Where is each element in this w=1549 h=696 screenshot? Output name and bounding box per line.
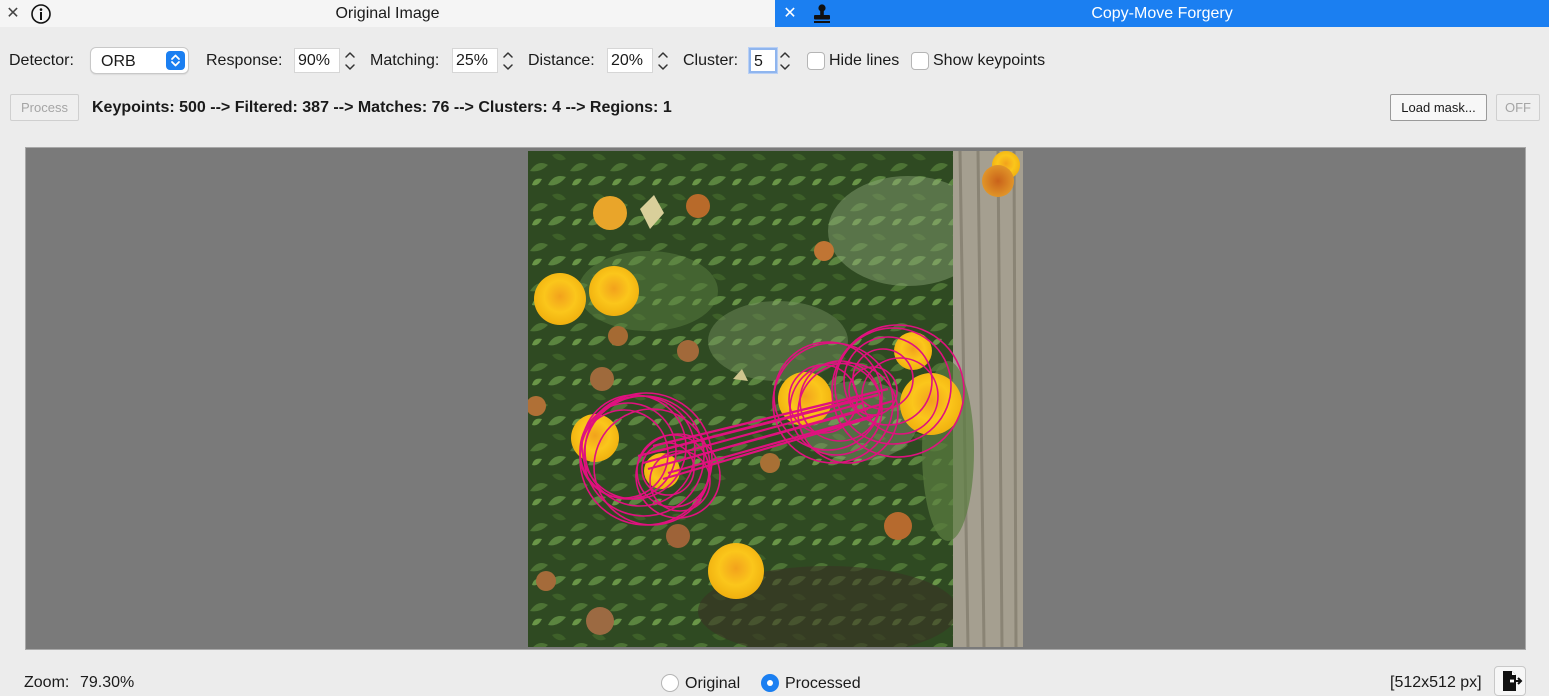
- close-icon[interactable]: ✕: [4, 3, 22, 23]
- image-viewer[interactable]: [25, 147, 1526, 650]
- detector-select[interactable]: ORB: [90, 47, 189, 74]
- cluster-input[interactable]: 5: [749, 48, 777, 73]
- image-size-label: [512x512 px]: [1390, 674, 1482, 691]
- matching-label: Matching:: [370, 52, 440, 69]
- zoom-label: Zoom:: [24, 674, 70, 691]
- parameters-toolbar: Detector: ORB Response: 90% Matching: 25…: [0, 44, 1549, 78]
- response-input[interactable]: 90%: [294, 48, 340, 73]
- stepper-arrows-icon[interactable]: [777, 48, 793, 74]
- distance-spinbox[interactable]: 20%: [607, 47, 673, 74]
- show-keypoints-checkbox[interactable]: [911, 52, 929, 70]
- show-keypoints-label: Show keypoints: [933, 52, 1046, 69]
- cluster-spinbox[interactable]: 5: [749, 47, 795, 74]
- view-original-label: Original: [685, 675, 741, 692]
- tab-original-image[interactable]: ✕ Original Image: [0, 0, 775, 27]
- detector-label: Detector:: [9, 52, 74, 69]
- hide-lines-checkbox[interactable]: [807, 52, 825, 70]
- response-label: Response:: [206, 52, 283, 69]
- view-processed-label: Processed: [785, 675, 861, 692]
- stamp-icon: [814, 4, 830, 23]
- distance-input[interactable]: 20%: [607, 48, 653, 73]
- info-icon[interactable]: [30, 3, 52, 25]
- hide-lines-label: Hide lines: [829, 52, 900, 69]
- view-original-radio[interactable]: [661, 674, 679, 692]
- close-icon[interactable]: ✕: [781, 3, 799, 23]
- tab-label: Original Image: [335, 4, 440, 22]
- cluster-label: Cluster:: [683, 52, 739, 69]
- mask-toggle-button[interactable]: OFF: [1496, 94, 1540, 121]
- stepper-arrows-icon[interactable]: [655, 48, 671, 74]
- stepper-arrows-icon[interactable]: [342, 48, 358, 74]
- pipeline-stats: Keypoints: 500 --> Filtered: 387 --> Mat…: [92, 99, 672, 116]
- response-spinbox[interactable]: 90%: [294, 47, 360, 74]
- detector-value: ORB: [101, 53, 136, 70]
- tab-copy-move-forgery[interactable]: ✕ Copy-Move Forgery: [775, 0, 1549, 27]
- zoom-value: 79.30%: [80, 674, 135, 691]
- export-icon: [1503, 671, 1523, 691]
- processed-image-canvas: [528, 151, 1023, 647]
- tab-bar: ✕ Original Image ✕ Copy-Move Forgery: [0, 0, 1549, 27]
- stepper-arrows-icon[interactable]: [500, 48, 516, 74]
- load-mask-button[interactable]: Load mask...: [1390, 94, 1487, 121]
- matching-spinbox[interactable]: 25%: [452, 47, 518, 74]
- export-button[interactable]: [1494, 666, 1526, 696]
- matching-input[interactable]: 25%: [452, 48, 498, 73]
- view-processed-radio[interactable]: [761, 674, 779, 692]
- distance-label: Distance:: [528, 52, 595, 69]
- chevron-updown-icon: [166, 51, 185, 70]
- processed-image: [528, 151, 1023, 647]
- tab-label: Copy-Move Forgery: [1091, 4, 1233, 22]
- process-button[interactable]: Process: [10, 94, 79, 121]
